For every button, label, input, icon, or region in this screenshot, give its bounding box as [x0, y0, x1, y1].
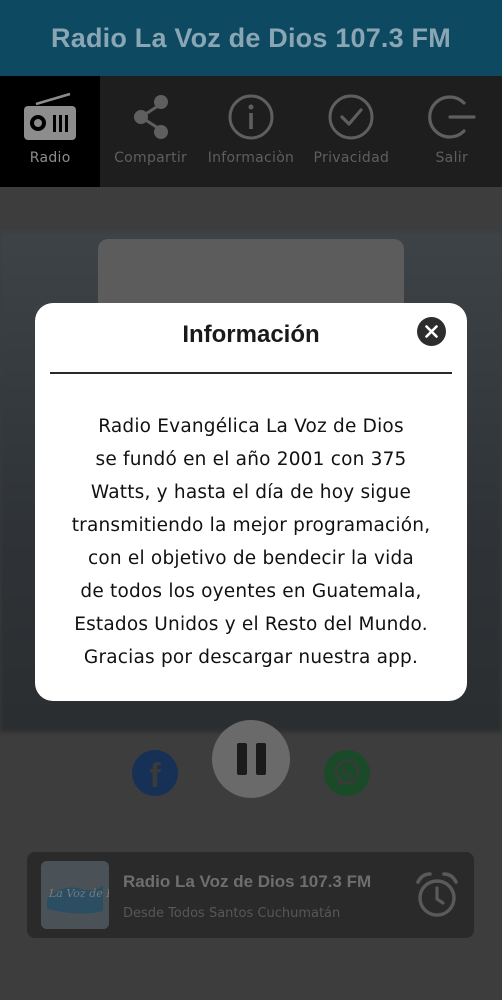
- tab-salir-label: Salir: [435, 150, 469, 166]
- dialog-text-line: Radio Evangélica La Voz de Dios: [98, 416, 404, 437]
- dialog-text-line: transmitiendo la mejor programación,: [71, 515, 431, 536]
- close-button[interactable]: [417, 317, 446, 346]
- dialog-text-line: Gracias por descargar nuestra app.: [83, 647, 419, 668]
- dialog-text-line: de todos los oyentes en Guatemala,: [80, 581, 422, 602]
- app-header: Radio La Voz de Dios 107.3 FM: [0, 0, 502, 76]
- tab-salir[interactable]: Salir: [402, 76, 502, 187]
- info-icon: [228, 94, 274, 140]
- tab-informacion[interactable]: Informaciòn: [201, 76, 301, 187]
- whatsapp-icon: [334, 759, 360, 786]
- now-playing-title: Radio La Voz de Dios 107.3 FM: [123, 872, 372, 891]
- dialog-body: Radio Evangélica La Voz de Dios se fundó…: [35, 410, 467, 674]
- facebook-button[interactable]: f: [132, 750, 178, 796]
- pause-icon: [236, 743, 247, 775]
- app-root: Radio La Voz de Dios 107.3 FM Radio Comp…: [0, 0, 502, 1000]
- tab-privacidad[interactable]: Privacidad: [301, 76, 401, 187]
- check-circle-icon: [328, 94, 374, 140]
- now-playing-subtitle: Desde Todos Santos Cuchumatán: [123, 906, 341, 921]
- station-logo: La Voz de Dios: [41, 861, 109, 929]
- alarm-clock-icon[interactable]: [414, 870, 460, 920]
- dialog-text-line: se fundó en el año 2001 con 375: [95, 449, 407, 470]
- tab-compartir[interactable]: Compartir: [100, 76, 200, 187]
- pause-button[interactable]: [212, 720, 290, 798]
- app-title: Radio La Voz de Dios 107.3 FM: [51, 22, 451, 53]
- radio-icon: [24, 92, 77, 140]
- dialog-text-line: Estados Unidos y el Resto del Mundo.: [74, 614, 428, 635]
- dialog-text-line: con el objetivo de bendecir la vida: [88, 548, 414, 569]
- dialog-divider: [50, 372, 452, 374]
- close-icon: [425, 325, 438, 338]
- tab-privacidad-label: Privacidad: [313, 150, 390, 166]
- info-dialog: Información Radio Evangélica La Voz de D…: [35, 303, 467, 701]
- tab-bar: Radio Compartir Informaciòn Privacidad S…: [0, 76, 502, 187]
- whatsapp-button[interactable]: [324, 750, 370, 796]
- tab-radio[interactable]: Radio: [0, 76, 101, 187]
- tab-informacion-label: Informaciòn: [207, 150, 295, 166]
- tab-compartir-label: Compartir: [114, 150, 188, 166]
- share-icon: [133, 95, 168, 139]
- now-playing-bar[interactable]: La Voz de Dios Radio La Voz de Dios 107.…: [27, 852, 474, 938]
- exit-icon: [427, 95, 476, 139]
- player-controls: f: [0, 720, 502, 832]
- station-logo-text: La Voz de Dios: [48, 887, 109, 900]
- dialog-title: Información: [182, 321, 320, 348]
- dialog-text-line: Watts, y hasta el día de hoy sigue: [90, 482, 412, 503]
- facebook-icon: f: [149, 757, 161, 795]
- tab-radio-label: Radio: [29, 150, 71, 166]
